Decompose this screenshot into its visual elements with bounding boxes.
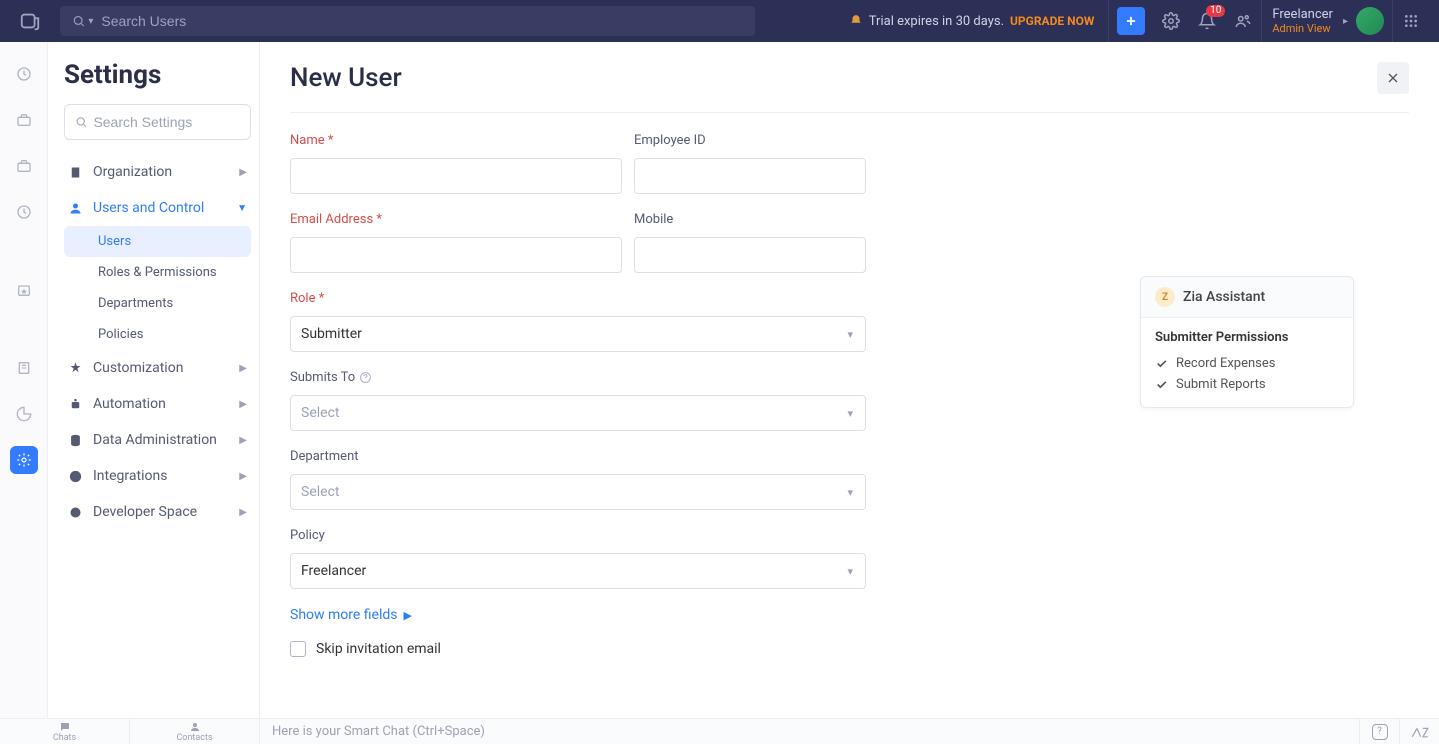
mobile-input[interactable]	[634, 237, 866, 273]
submits-to-select[interactable]: Select	[290, 395, 866, 431]
policy-select[interactable]: Freelancer	[290, 553, 866, 589]
email-label: Email Address *	[290, 212, 622, 227]
user-menu[interactable]: Freelancer Admin View	[1262, 7, 1343, 35]
chevron-right-icon: ▶	[403, 609, 411, 622]
search-settings-input[interactable]	[93, 114, 240, 130]
settings-gear-icon[interactable]	[1153, 3, 1189, 39]
rail-briefcase2-icon[interactable]	[10, 152, 38, 180]
chats-tab[interactable]: Chats	[0, 719, 130, 744]
nav-label: Data Administration	[93, 432, 217, 448]
permission-item: Submit Reports	[1155, 374, 1339, 395]
avatar[interactable]	[1356, 7, 1384, 35]
sub-roles[interactable]: Roles & Permissions	[64, 257, 251, 288]
bottom-bar: Chats Contacts Here is your Smart Chat (…	[0, 718, 1439, 744]
nav-users-control[interactable]: Users and Control ▼	[64, 190, 251, 226]
zia-title: Zia Assistant	[1183, 289, 1265, 305]
chevron-right-icon: ▸	[1343, 16, 1348, 27]
zia-chat-icon[interactable]	[1399, 719, 1439, 744]
sub-policies[interactable]: Policies	[64, 319, 251, 350]
nav-automation[interactable]: Automation ▶	[64, 386, 251, 422]
main-content: New User Name * Employee ID Email Addres…	[260, 42, 1439, 718]
role-label: Role *	[290, 291, 866, 306]
zia-icon: Z	[1155, 287, 1175, 307]
settings-sidebar: Settings Organization ▶ Users and Contro…	[48, 42, 260, 718]
nav-customization[interactable]: Customization ▶	[64, 350, 251, 386]
user-role-label: Admin View	[1272, 22, 1330, 35]
topbar: ▾ Trial expires in 30 days. UPGRADE NOW …	[0, 0, 1439, 42]
skip-email-label: Skip invitation email	[316, 641, 441, 657]
mobile-label: Mobile	[634, 212, 866, 227]
email-input[interactable]	[290, 237, 622, 273]
bell-icon	[849, 14, 863, 28]
upgrade-link[interactable]: UPGRADE NOW	[1010, 14, 1094, 28]
trial-banner: Trial expires in 30 days. UPGRADE NOW	[835, 14, 1109, 29]
employee-id-input[interactable]	[634, 158, 866, 194]
submits-to-label: Submits To	[290, 370, 866, 385]
zia-assistant-card: Z Zia Assistant Submitter Permissions Re…	[1140, 276, 1354, 408]
department-label: Department	[290, 449, 866, 464]
skip-email-checkbox[interactable]	[290, 641, 306, 657]
page-title: New User	[290, 63, 402, 93]
nav-label: Automation	[93, 396, 166, 412]
rail-book-icon[interactable]	[10, 354, 38, 382]
chevron-right-icon: ▶	[239, 507, 247, 518]
chevron-right-icon: ▶	[239, 167, 247, 178]
rail-clock-icon[interactable]	[10, 198, 38, 226]
help-icon[interactable]	[359, 371, 372, 384]
sidebar-title: Settings	[64, 60, 251, 90]
help-icon[interactable]: ?	[1359, 719, 1399, 744]
chevron-right-icon: ▶	[239, 435, 247, 446]
nav-developer[interactable]: Developer Space ▶	[64, 494, 251, 530]
rail-briefcase-icon[interactable]	[10, 106, 38, 134]
nav-integrations[interactable]: Integrations ▶	[64, 458, 251, 494]
add-button[interactable]	[1117, 7, 1145, 35]
chevron-right-icon: ▶	[239, 363, 247, 374]
smart-chat-hint[interactable]: Here is your Smart Chat (Ctrl+Space)	[260, 724, 1359, 739]
global-search[interactable]: ▾	[60, 6, 755, 36]
trial-text: Trial expires in 30 days.	[869, 14, 1004, 29]
refer-icon[interactable]	[1225, 3, 1261, 39]
nav-label: Integrations	[93, 468, 167, 484]
notifications-icon[interactable]: 10	[1189, 3, 1225, 39]
search-settings[interactable]	[64, 104, 251, 140]
employee-id-label: Employee ID	[634, 133, 866, 148]
permissions-title: Submitter Permissions	[1155, 330, 1339, 345]
chevron-right-icon: ▶	[239, 471, 247, 482]
apps-grid-icon[interactable]	[1393, 3, 1429, 39]
sub-users[interactable]: Users	[64, 226, 251, 257]
rail-settings-icon[interactable]	[10, 446, 38, 474]
chevron-down-icon: ▼	[237, 203, 247, 214]
rail-recent-icon[interactable]	[10, 60, 38, 88]
nav-label: Customization	[93, 360, 183, 376]
sub-departments[interactable]: Departments	[64, 288, 251, 319]
policy-label: Policy	[290, 528, 866, 543]
department-select[interactable]: Select	[290, 474, 866, 510]
side-rail	[0, 42, 48, 718]
chevron-right-icon: ▶	[239, 399, 247, 410]
contacts-tab[interactable]: Contacts	[130, 719, 260, 744]
role-select[interactable]: Submitter	[290, 316, 866, 352]
nav-data-admin[interactable]: Data Administration ▶	[64, 422, 251, 458]
nav-organization[interactable]: Organization ▶	[64, 154, 251, 190]
show-more-link[interactable]: Show more fields ▶	[290, 607, 1409, 623]
user-name-label: Freelancer	[1272, 7, 1333, 22]
nav-label: Organization	[93, 164, 172, 180]
name-input[interactable]	[290, 158, 622, 194]
close-button[interactable]	[1377, 62, 1409, 94]
nav-label: Users and Control	[93, 200, 204, 216]
nav-label: Developer Space	[93, 504, 197, 520]
app-logo[interactable]	[10, 0, 50, 42]
rail-chart-icon[interactable]	[10, 400, 38, 428]
global-search-input[interactable]	[101, 13, 743, 29]
permission-item: Record Expenses	[1155, 353, 1339, 374]
notification-badge: 10	[1206, 5, 1225, 17]
name-label: Name *	[290, 133, 622, 148]
rail-star-icon[interactable]	[10, 276, 38, 304]
